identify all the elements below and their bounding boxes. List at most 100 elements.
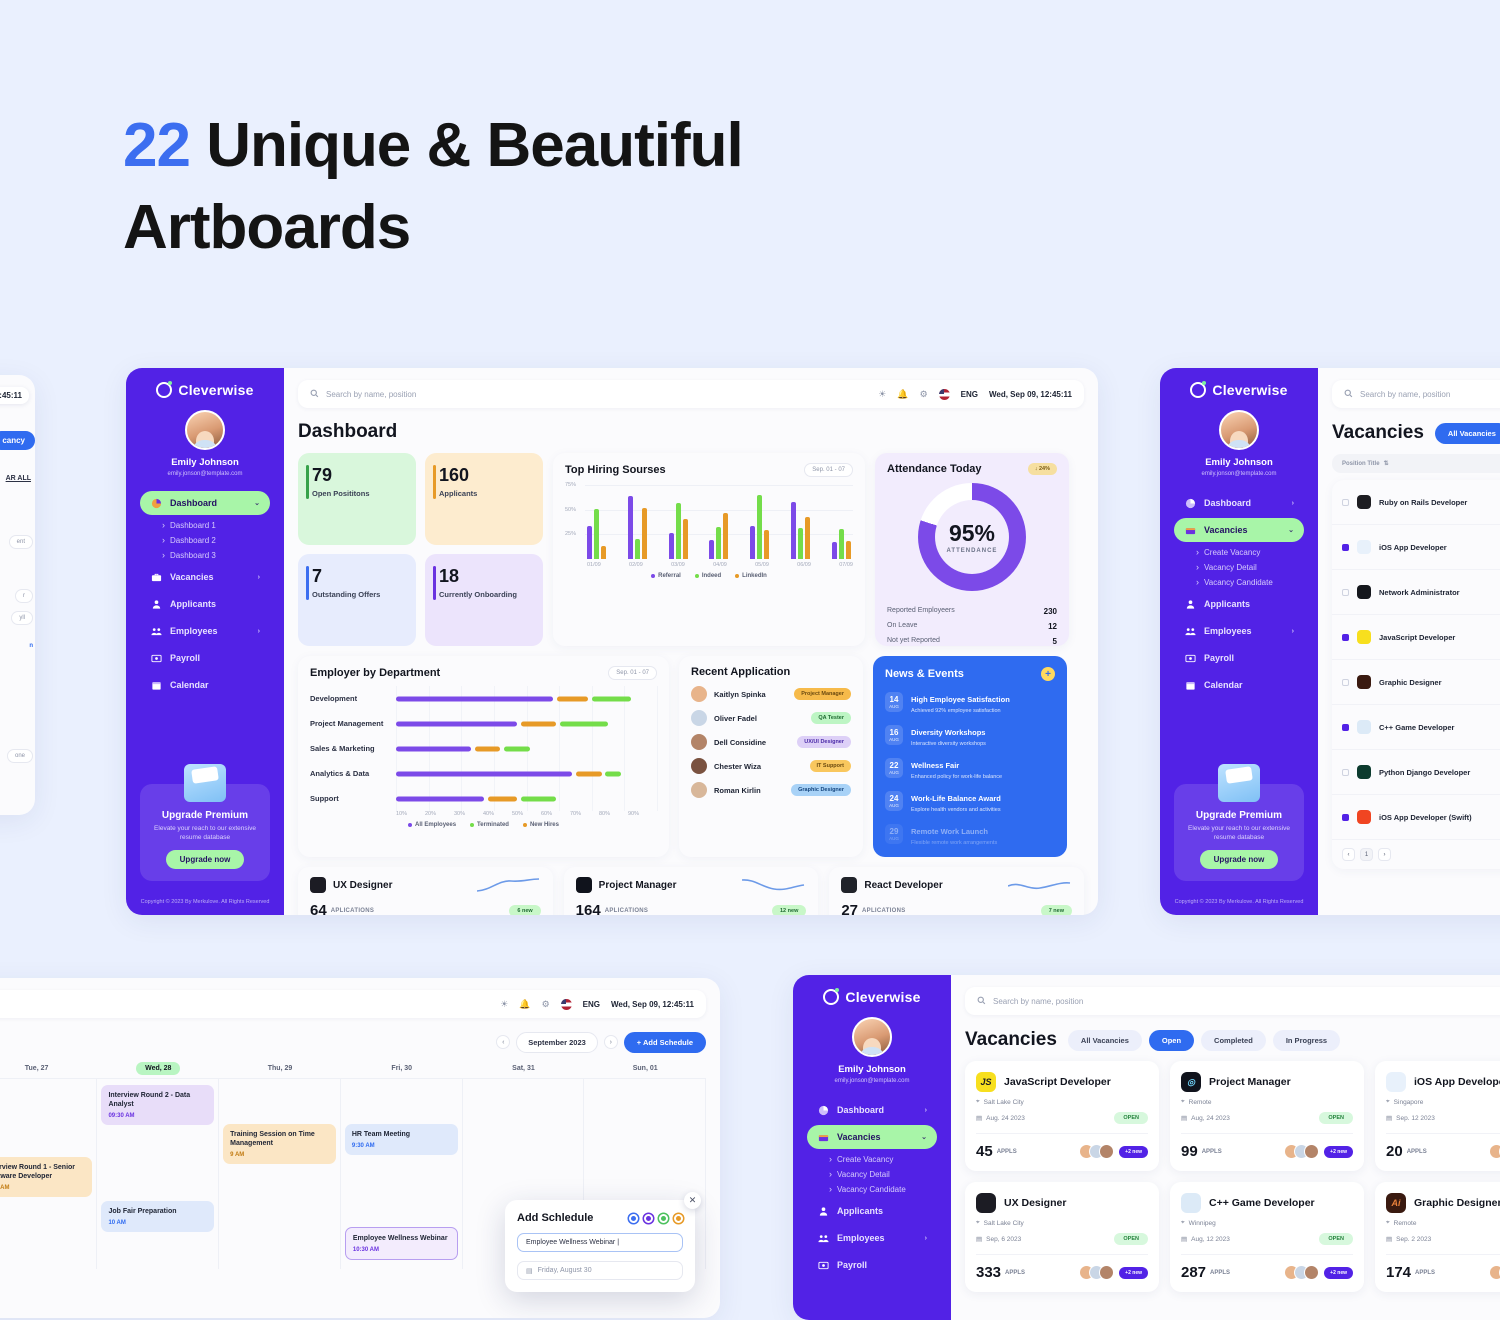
search-input[interactable]: Search by name, position — [1360, 390, 1450, 399]
schedule-name-input[interactable]: Employee Wellness Webinar | — [517, 1233, 683, 1252]
partial-chip-0[interactable]: ent — [8, 535, 33, 549]
news-event[interactable]: 29 AUG Remote Work Launch Flexible remote w… — [885, 821, 1055, 846]
application-row[interactable]: Chester Wiza IT Support — [691, 758, 851, 774]
application-row[interactable]: Kaitlyn Spinka Project Manager — [691, 686, 851, 702]
vacancy-card[interactable]: UX Designer ⌖ Salt Lake City ▤ Sep, 6 2023 OP… — [965, 1182, 1159, 1292]
vacancy-card[interactable]: C++ Game Developer ⌖ Winnipeg ▤ Aug, 12 2023… — [1170, 1182, 1364, 1292]
calendar-day-header[interactable]: Thu, 29 — [219, 1059, 341, 1078]
row-checkbox[interactable] — [1342, 813, 1349, 821]
close-icon[interactable]: ✕ — [684, 1192, 701, 1209]
language-selector[interactable]: ENG — [961, 390, 978, 399]
calendar-day-header[interactable]: Sat, 31 — [463, 1059, 585, 1078]
table-row[interactable]: iOS App Developer — [1332, 525, 1500, 570]
pagination-next[interactable]: › — [1378, 848, 1391, 861]
news-event[interactable]: 24 AUG Work-Life Balance Award Explore heal… — [885, 788, 1055, 813]
partial-chip-2[interactable]: yll — [11, 611, 33, 625]
news-event[interactable]: 22 AUG Wellness Fair Enhanced policy for wo… — [885, 755, 1055, 780]
row-checkbox[interactable] — [1342, 498, 1349, 506]
sidebar-item-calendar[interactable]: Calendar — [1174, 673, 1304, 697]
calendar-month-label[interactable]: September 2023 — [516, 1031, 598, 1053]
search-input[interactable]: Search by name, position — [326, 390, 416, 399]
sidebar-item-employees[interactable]: Employees › — [1174, 619, 1304, 643]
role-card[interactable]: UX Designer 64 APLICATIONS 6 new — [298, 867, 553, 915]
calendar-day-header[interactable]: Sun, 01 — [584, 1059, 706, 1078]
partial-vacancy-button[interactable]: cancy — [0, 431, 35, 450]
pagination-page-1[interactable]: 1 — [1360, 848, 1373, 861]
avatar[interactable] — [185, 410, 225, 450]
avatar[interactable] — [1219, 410, 1259, 450]
table-row[interactable]: Ruby on Rails Developer — [1332, 480, 1500, 525]
schedule-date-input[interactable]: ▤ Friday, August 30 — [517, 1261, 683, 1280]
filter-tab[interactable]: All Vacancies — [1067, 1029, 1142, 1051]
bell-icon[interactable]: 🔔 — [897, 389, 908, 400]
sidebar-sub-vacancy-detail[interactable]: Vacancy Detail — [1196, 562, 1318, 572]
sidebar-item-calendar[interactable]: Calendar — [140, 673, 270, 697]
calendar-prev-month[interactable]: ‹ — [496, 1035, 511, 1049]
sidebar-sub-create-vacancy[interactable]: Create Vacancy — [1196, 547, 1318, 557]
calendar-column[interactable]: HR Team Meeting 9:30 AM Employee Wellness … — [341, 1079, 463, 1269]
sidebar-item-dashboard[interactable]: Dashboard › — [1174, 491, 1304, 515]
application-row[interactable]: Oliver Fadel QA Tester — [691, 710, 851, 726]
pagination-prev[interactable]: ‹ — [1342, 848, 1355, 861]
brand[interactable]: Cleverwise — [793, 975, 951, 1005]
partial-chip-4[interactable]: one — [6, 749, 33, 763]
upgrade-now-button[interactable]: Upgrade now — [165, 850, 245, 869]
bell-icon[interactable]: 🔔 — [519, 999, 530, 1010]
table-row[interactable]: Graphic Designer — [1332, 660, 1500, 705]
news-event[interactable]: 14 AUG High Employee Satisfaction Achieved … — [885, 689, 1055, 714]
calendar-event[interactable]: Job Fair Preparation 10 AM — [101, 1201, 215, 1232]
news-event[interactable]: 16 AUG Diversity Workshops Interactive dive… — [885, 722, 1055, 747]
date-range-select[interactable]: Sep. 01 - 07 — [608, 666, 657, 680]
calendar-column[interactable]: Interview Round 1 - Senior Software Deve… — [0, 1079, 98, 1269]
color-swatch[interactable] — [674, 1213, 683, 1223]
color-swatch[interactable] — [644, 1213, 653, 1223]
sidebar-item-payroll[interactable]: Payroll — [1174, 646, 1304, 670]
sidebar-item-payroll[interactable]: Payroll — [140, 646, 270, 670]
filter-tab[interactable]: Completed — [1201, 1029, 1266, 1051]
search-bar[interactable]: Search by name, position — [965, 987, 1500, 1015]
row-checkbox[interactable] — [1342, 723, 1349, 731]
partial-chip-3[interactable]: n — [29, 643, 33, 649]
search-bar[interactable]: Search by name, position ☀ 🔔 ⚙ ENG Wed, … — [0, 990, 706, 1018]
date-range-select[interactable]: Sep. 01 - 07 — [804, 463, 853, 477]
sidebar-sub-create-vacancy[interactable]: Create Vacancy — [829, 1154, 951, 1164]
calendar-event[interactable]: HR Team Meeting 9:30 AM — [344, 1124, 458, 1155]
table-row[interactable]: iOS App Developer (Swift) — [1332, 795, 1500, 840]
color-swatch[interactable] — [629, 1213, 638, 1223]
application-row[interactable]: Roman Kirlin Graphic Designer — [691, 782, 851, 798]
role-card[interactable]: Project Manager 164 APLICATIONS 12 new — [563, 867, 819, 915]
brand[interactable]: Cleverwise — [1160, 368, 1318, 398]
all-vacancies-filter[interactable]: All Vacancies — [1434, 422, 1500, 444]
gear-icon[interactable]: ⚙ — [920, 389, 928, 400]
add-schedule-button[interactable]: + Add Schedule — [623, 1031, 706, 1053]
language-selector[interactable]: ENG — [583, 1000, 600, 1009]
filter-tab[interactable]: In Progress — [1272, 1029, 1341, 1051]
row-checkbox[interactable] — [1342, 588, 1349, 596]
gear-icon[interactable]: ⚙ — [542, 999, 550, 1010]
table-row[interactable]: Network Administrator — [1332, 570, 1500, 615]
search-bar[interactable]: Search by name, position — [1332, 380, 1500, 408]
calendar-column[interactable]: Interview Round 2 - Data Analyst 09:30 AM… — [97, 1079, 220, 1269]
calendar-event[interactable]: Employee Wellness Webinar 10:30 AM — [344, 1227, 458, 1260]
column-position-title[interactable]: Position Title — [1342, 461, 1380, 467]
sidebar-item-vacancies[interactable]: Vacancies ⌄ — [1174, 518, 1304, 542]
vacancy-card[interactable]: ◎ Project Manager ⌖ Remote ▤ Aug, 24 2023 OPEN… — [1170, 1061, 1364, 1171]
sidebar-item-dashboard[interactable]: Dashboard › — [807, 1098, 937, 1122]
search-bar[interactable]: Search by name, position ☀ 🔔 ⚙ ENG Wed, … — [298, 380, 1084, 408]
row-checkbox[interactable] — [1342, 678, 1349, 686]
sidebar-sub-dashboard-3[interactable]: Dashboard 3 — [162, 550, 284, 560]
table-row[interactable]: JavaScript Developer — [1332, 615, 1500, 660]
row-checkbox[interactable] — [1342, 543, 1349, 551]
partial-chip-1[interactable]: r — [15, 589, 33, 603]
sidebar-sub-vacancy-candidate[interactable]: Vacancy Candidate — [1196, 577, 1318, 587]
sidebar-sub-vacancy-candidate[interactable]: Vacancy Candidate — [829, 1184, 951, 1194]
sidebar-item-vacancies[interactable]: Vacancies ⌄ — [807, 1125, 937, 1149]
color-swatch[interactable] — [659, 1213, 668, 1223]
table-row[interactable]: Python Django Developer — [1332, 750, 1500, 795]
sidebar-item-vacancies[interactable]: Vacancies › — [140, 565, 270, 589]
sidebar-item-employees[interactable]: Employees › — [140, 619, 270, 643]
filter-tab[interactable]: Open — [1148, 1029, 1195, 1051]
sun-icon[interactable]: ☀ — [878, 389, 886, 400]
sidebar-item-applicants[interactable]: Applicants — [140, 592, 270, 616]
application-row[interactable]: Dell Considine UX/UI Designer — [691, 734, 851, 750]
